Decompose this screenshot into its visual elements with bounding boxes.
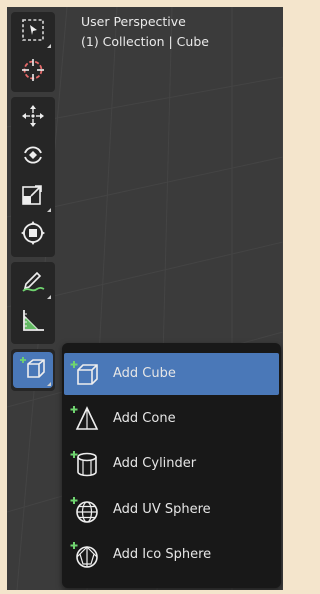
transform-icon	[20, 220, 46, 250]
menu-item-label: Add Cube	[113, 366, 176, 381]
viewport-subtitle: (1) Collection | Cube	[81, 34, 209, 49]
toolbar-group-select	[11, 12, 55, 92]
cylinder-icon	[70, 449, 100, 479]
measure-tool[interactable]	[13, 304, 53, 340]
cursor-tool[interactable]	[13, 54, 53, 90]
uv-sphere-icon	[70, 495, 100, 525]
cone-icon	[70, 404, 100, 434]
menu-item-label: Add Cylinder	[113, 456, 197, 471]
toolbar-group-annotate	[11, 262, 55, 344]
move-tool[interactable]	[13, 100, 53, 136]
measure-icon	[20, 307, 46, 337]
toolbar-group-add	[11, 349, 55, 391]
cube-icon	[70, 359, 100, 389]
menu-item-label: Add Cone	[113, 411, 176, 426]
transform-tool[interactable]	[13, 217, 53, 253]
menu-item-add-cone[interactable]: Add Cone	[64, 398, 279, 440]
select-box-tool[interactable]	[13, 14, 53, 50]
add-cube-icon	[20, 355, 46, 385]
annotate-icon	[20, 268, 46, 298]
rotate-tool[interactable]	[13, 139, 53, 175]
add-cube-tool[interactable]	[13, 352, 53, 388]
menu-item-add-ico-sphere[interactable]: Add Ico Sphere	[64, 534, 279, 576]
3d-viewport[interactable]: User Perspective (1) Collection | Cube A…	[7, 7, 283, 590]
menu-item-add-uv-sphere[interactable]: Add UV Sphere	[64, 489, 279, 531]
move-icon	[20, 103, 46, 133]
add-mesh-menu: Add Cube Add Cone Add Cylinder Add UV Sp…	[62, 343, 281, 588]
menu-item-label: Add Ico Sphere	[113, 547, 212, 562]
menu-item-add-cube[interactable]: Add Cube	[64, 353, 279, 395]
menu-item-label: Add UV Sphere	[113, 502, 211, 517]
scale-icon	[20, 181, 46, 211]
viewport-title: User Perspective	[81, 14, 186, 29]
ico-sphere-icon	[70, 540, 100, 570]
scale-tool[interactable]	[13, 178, 53, 214]
toolbar-group-transform	[11, 97, 55, 257]
annotate-tool[interactable]	[13, 265, 53, 301]
rotate-icon	[20, 142, 46, 172]
cursor-icon	[20, 57, 46, 87]
menu-item-add-cylinder[interactable]: Add Cylinder	[64, 443, 279, 485]
select-box-icon	[20, 17, 46, 47]
